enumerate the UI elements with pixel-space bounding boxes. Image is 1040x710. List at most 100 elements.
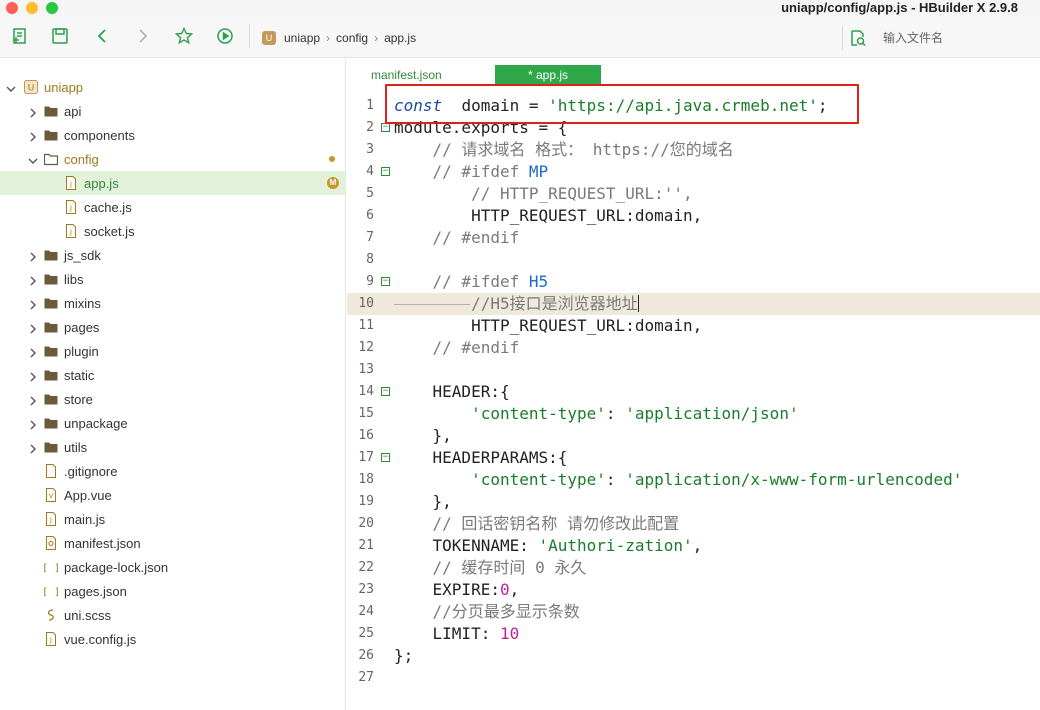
code-line[interactable]: 16 }, xyxy=(347,425,1040,447)
chevron-right-icon[interactable] xyxy=(28,346,38,358)
chevron-right-icon[interactable] xyxy=(28,106,38,118)
tree-item[interactable]: store xyxy=(0,387,346,411)
chevron-right-icon[interactable] xyxy=(28,370,38,382)
code-line[interactable]: 25 LIMIT: 10 xyxy=(347,623,1040,645)
tree-item[interactable]: config xyxy=(0,147,346,171)
tree-item[interactable]: Jsocket.js xyxy=(0,219,346,243)
tree-item[interactable]: components xyxy=(0,123,346,147)
chevron-right-icon[interactable] xyxy=(28,274,38,286)
code-line[interactable]: 9− // #ifdef H5 xyxy=(347,271,1040,293)
tree-item[interactable]: [ ] package-lock.json xyxy=(0,555,346,579)
search-input[interactable] xyxy=(883,29,1033,47)
run-icon[interactable] xyxy=(215,26,235,46)
breadcrumb-item-config[interactable]: config xyxy=(336,31,368,45)
tree-item-label: manifest.json xyxy=(64,535,141,551)
js-file-icon: J xyxy=(44,632,58,646)
modified-badge: M xyxy=(327,177,339,189)
code-line[interactable]: 5 // HTTP_REQUEST_URL:'', xyxy=(347,183,1040,205)
tree-item[interactable]: manifest.json xyxy=(0,531,346,555)
chevron-right-icon[interactable] xyxy=(28,130,38,142)
tree-item[interactable]: static xyxy=(0,363,346,387)
chevron-right-icon[interactable] xyxy=(28,442,38,454)
fold-toggle-icon[interactable]: − xyxy=(381,277,390,286)
tree-item[interactable]: plugin xyxy=(0,339,346,363)
tree-item-label: store xyxy=(64,391,93,407)
code-line[interactable]: 17− HEADERPARAMS:{ xyxy=(347,447,1040,469)
code-line[interactable]: 4− // #ifdef MP xyxy=(347,161,1040,183)
js-file-icon: J xyxy=(64,224,78,238)
code-text: //分页最多显示条数 xyxy=(432,602,580,621)
line-number: 26 xyxy=(358,648,374,663)
tree-item[interactable]: uni.scss xyxy=(0,603,346,627)
tree-item[interactable]: api xyxy=(0,99,346,123)
back-icon[interactable] xyxy=(92,26,112,46)
code-line[interactable]: 18 'content-type': 'application/x-www-fo… xyxy=(347,469,1040,491)
tree-item[interactable]: Jvue.config.js xyxy=(0,627,346,651)
code-line[interactable]: 23 EXPIRE:0, xyxy=(347,579,1040,601)
tree-item[interactable]: utils xyxy=(0,435,346,459)
file-search xyxy=(842,26,1040,50)
code-line[interactable]: 24 //分页最多显示条数 xyxy=(347,601,1040,623)
tree-item[interactable]: V App.vue xyxy=(0,483,346,507)
code-line[interactable]: 6 HTTP_REQUEST_URL:domain, xyxy=(347,205,1040,227)
code-text: HTTP_REQUEST_URL:domain, xyxy=(394,206,703,225)
code-line[interactable]: 15 'content-type': 'application/json' xyxy=(347,403,1040,425)
chevron-right-icon: › xyxy=(326,31,331,45)
tab-app-js[interactable]: * app.js xyxy=(495,65,601,85)
tab-manifest-json[interactable]: manifest.json xyxy=(365,65,485,85)
code-line[interactable]: 27 xyxy=(347,667,1040,689)
tree-item[interactable]: [ ] pages.json xyxy=(0,579,346,603)
code-line[interactable]: 8 xyxy=(347,249,1040,271)
fold-toggle-icon[interactable]: − xyxy=(381,123,390,132)
js-file-icon: J xyxy=(64,200,78,214)
tree-item-label: mixins xyxy=(64,295,101,311)
tree-item[interactable]: .gitignore xyxy=(0,459,346,483)
chevron-right-icon[interactable] xyxy=(28,322,38,334)
fold-toggle-icon[interactable]: − xyxy=(381,167,390,176)
code-line[interactable]: 12 // #endif xyxy=(347,337,1040,359)
tree-item[interactable]: libs xyxy=(0,267,346,291)
code-line[interactable]: 14− HEADER:{ xyxy=(347,381,1040,403)
tree-item[interactable]: pages xyxy=(0,315,346,339)
minimize-window-button[interactable] xyxy=(26,2,38,14)
line-number: 25 xyxy=(358,626,374,641)
fold-toggle-icon[interactable]: − xyxy=(381,387,390,396)
close-window-button[interactable] xyxy=(6,2,18,14)
code-line[interactable]: 7 // #endif xyxy=(347,227,1040,249)
tree-item[interactable]: Jmain.js xyxy=(0,507,346,531)
chevron-right-icon[interactable] xyxy=(28,418,38,430)
chevron-down-icon[interactable] xyxy=(6,82,16,92)
code-line[interactable]: 10 //H5接口是浏览器地址 xyxy=(347,293,1040,315)
forward-icon[interactable] xyxy=(133,26,153,46)
code-line[interactable]: 11 HTTP_REQUEST_URL:domain, xyxy=(347,315,1040,337)
tree-item[interactable]: mixins xyxy=(0,291,346,315)
code-line[interactable]: 26}; xyxy=(347,645,1040,667)
editor-tabs: manifest.json * app.js xyxy=(347,65,1040,85)
star-icon[interactable] xyxy=(174,26,194,46)
breadcrumb-item-uniapp[interactable]: uniapp xyxy=(284,31,320,45)
tree-item[interactable]: Japp.js M xyxy=(0,171,346,195)
tree-item[interactable]: Jcache.js xyxy=(0,195,346,219)
annotation-highlight-box xyxy=(385,84,859,124)
breadcrumb-item-file[interactable]: app.js xyxy=(384,31,416,45)
save-icon[interactable] xyxy=(50,26,70,46)
line-number: 21 xyxy=(358,538,374,553)
code-line[interactable]: 3 // 请求域名 格式： https://您的域名 xyxy=(347,139,1040,161)
new-file-icon[interactable] xyxy=(10,26,30,46)
chevron-right-icon[interactable] xyxy=(28,394,38,406)
code-line[interactable]: 13 xyxy=(347,359,1040,381)
fold-toggle-icon[interactable]: − xyxy=(381,453,390,462)
chevron-right-icon[interactable] xyxy=(28,298,38,310)
line-number: 17 xyxy=(358,450,374,465)
line-number: 15 xyxy=(358,406,374,421)
tree-item[interactable]: js_sdk xyxy=(0,243,346,267)
chevron-down-icon[interactable] xyxy=(28,154,38,164)
tree-item[interactable]: unpackage xyxy=(0,411,346,435)
chevron-right-icon[interactable] xyxy=(28,250,38,262)
code-line[interactable]: 19 }, xyxy=(347,491,1040,513)
code-line[interactable]: 21 TOKENNAME: 'Authori-zation', xyxy=(347,535,1040,557)
maximize-window-button[interactable] xyxy=(46,2,58,14)
code-line[interactable]: 22 // 缓存时间 0 永久 xyxy=(347,557,1040,579)
tree-root-uniapp[interactable]: U uniapp xyxy=(0,75,346,99)
code-line[interactable]: 20 // 回话密钥名称 请勿修改此配置 xyxy=(347,513,1040,535)
